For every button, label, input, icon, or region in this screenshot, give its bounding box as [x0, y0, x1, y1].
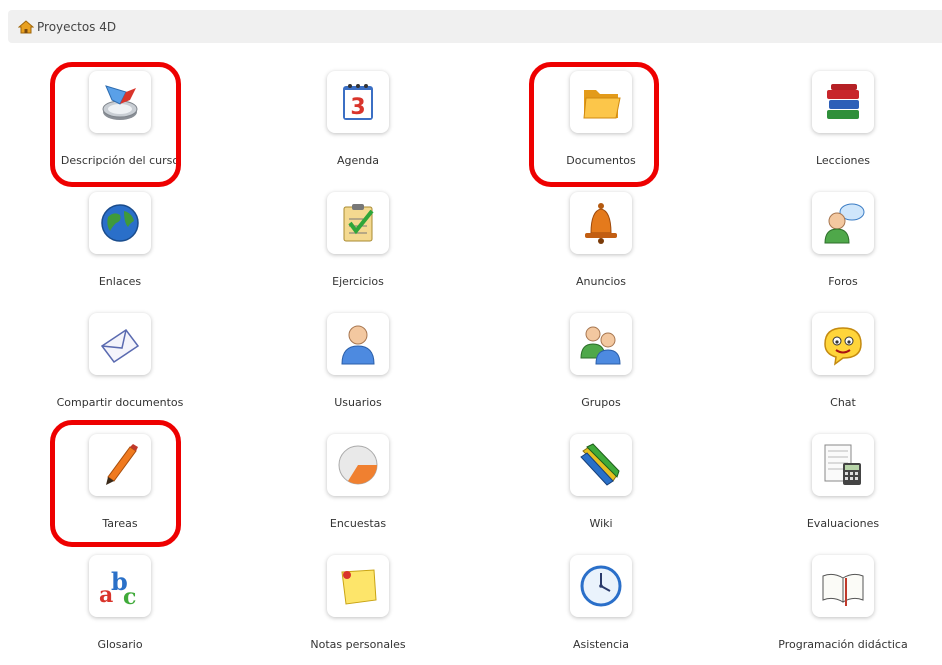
pie-chart-icon: [338, 445, 378, 485]
tool-label: Glosario: [97, 638, 143, 651]
tool-tile[interactable]: [812, 434, 874, 496]
chat-face-icon: [824, 327, 862, 366]
group-icon: [580, 326, 621, 365]
tool-tile[interactable]: [89, 192, 151, 254]
calculator-sheet-icon: [824, 444, 861, 485]
tool-anuncios[interactable]: Anuncios: [481, 192, 721, 302]
bell-icon: [585, 203, 617, 244]
tool-tile[interactable]: [89, 71, 151, 133]
folder-icon: [583, 90, 621, 119]
tool-tile[interactable]: [570, 555, 632, 617]
tool-tile[interactable]: [570, 313, 632, 375]
tool-label: Usuarios: [334, 396, 382, 409]
tool-label: Wiki: [589, 517, 613, 530]
tool-tile[interactable]: [327, 313, 389, 375]
tool-tile[interactable]: [327, 192, 389, 254]
compass-icon: [102, 85, 138, 120]
tool-evaluaciones[interactable]: Evaluaciones: [723, 434, 942, 544]
tool-usuarios[interactable]: Usuarios: [238, 313, 478, 423]
globe-icon: [101, 204, 139, 242]
tool-ejercicios[interactable]: Ejercicios: [238, 192, 478, 302]
tool-tile[interactable]: [89, 434, 151, 496]
tool-label: Encuestas: [329, 517, 387, 530]
tool-foros[interactable]: Foros: [723, 192, 942, 302]
tool-label: Programación didáctica: [778, 638, 908, 651]
pen-icon: [106, 444, 138, 485]
tool-tile[interactable]: [812, 313, 874, 375]
tool-lecciones[interactable]: Lecciones: [723, 71, 942, 181]
tool-documentos[interactable]: Documentos: [481, 71, 721, 181]
tool-label: Foros: [828, 275, 858, 288]
pencils-icon: [580, 443, 620, 486]
envelope-icon: [100, 328, 140, 364]
tool-agenda[interactable]: 3 Agenda: [238, 71, 478, 181]
tool-label: Notas personales: [310, 638, 406, 651]
tool-tile[interactable]: [570, 192, 632, 254]
open-book-icon: [822, 573, 864, 606]
books-icon: [827, 84, 859, 119]
tool-tile[interactable]: [327, 434, 389, 496]
tool-tile[interactable]: [812, 555, 874, 617]
tool-tile[interactable]: 3: [327, 71, 389, 133]
tool-grupos[interactable]: Grupos: [481, 313, 721, 423]
tool-label: Agenda: [337, 154, 379, 167]
tool-label: Asistencia: [573, 638, 629, 651]
tool-tile[interactable]: [570, 71, 632, 133]
tool-tile[interactable]: [570, 434, 632, 496]
checklist-icon: [343, 204, 374, 242]
tool-label: Enlaces: [98, 275, 142, 288]
tool-tile[interactable]: [812, 71, 874, 133]
tool-label: Lecciones: [815, 154, 871, 167]
user-icon: [341, 325, 375, 365]
tool-label: Ejercicios: [332, 275, 384, 288]
tool-label: Documentos: [566, 154, 636, 167]
tool-tile[interactable]: [327, 555, 389, 617]
tool-chat[interactable]: Chat: [723, 313, 942, 423]
tool-descripcion-del-curso[interactable]: Descripción del curso: [0, 71, 240, 181]
tool-label: Grupos: [581, 396, 621, 409]
tool-enlaces[interactable]: Enlaces: [0, 192, 240, 302]
sticky-note-icon: [341, 569, 377, 605]
tool-tareas[interactable]: Tareas: [0, 434, 240, 544]
svg-text:c: c: [123, 584, 136, 610]
svg-text:3: 3: [350, 95, 365, 120]
tool-label: Chat: [830, 396, 856, 409]
tool-encuestas[interactable]: Encuestas: [238, 434, 478, 544]
tools-grid: Descripción del curso 3 Agenda Documento…: [0, 0, 942, 651]
abc-icon: a b c: [99, 567, 136, 610]
tool-label: Tareas: [102, 517, 138, 530]
tool-label: Evaluaciones: [806, 517, 880, 530]
clock-icon: [580, 565, 622, 607]
forum-user-icon: [824, 203, 865, 244]
tool-compartir-documentos[interactable]: Compartir documentos: [0, 313, 240, 423]
tool-label: Compartir documentos: [56, 396, 184, 409]
tool-label: Descripción del curso: [60, 154, 180, 167]
tool-tile[interactable]: [89, 313, 151, 375]
tool-wiki[interactable]: Wiki: [481, 434, 721, 544]
calendar-icon: 3: [343, 84, 373, 120]
tool-tile[interactable]: [812, 192, 874, 254]
tool-tile[interactable]: a b c: [89, 555, 151, 617]
tool-label: Anuncios: [575, 275, 626, 288]
